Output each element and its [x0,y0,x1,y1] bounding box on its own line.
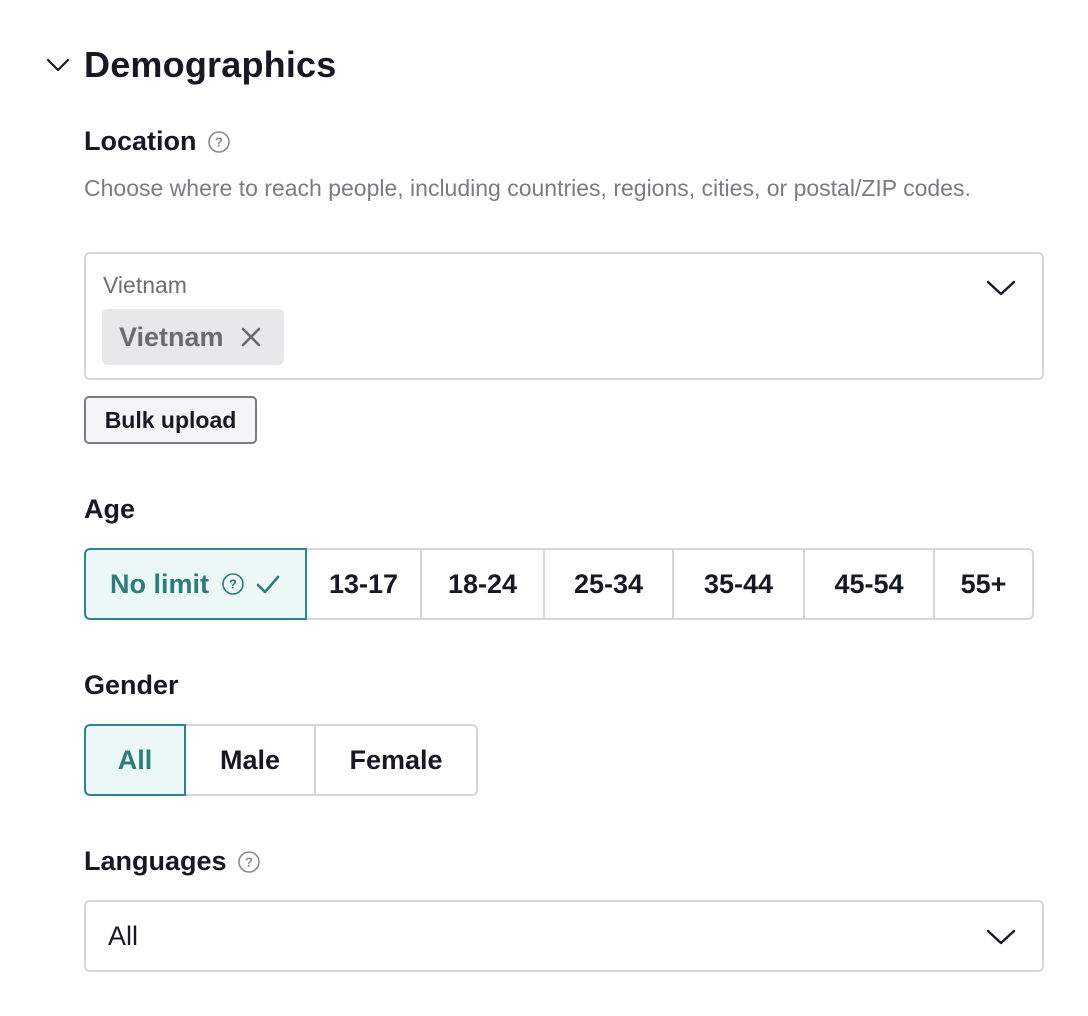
gender-option-label: Female [349,744,443,775]
age-option-label: 35-44 [703,568,774,599]
age-option-label: 13-17 [328,568,399,599]
age-option-label: 45-54 [834,568,904,599]
age-option-45-54[interactable]: 45-54 [805,548,935,620]
tag-label: Vietnam [119,321,224,352]
gender-selector: All Male Female [84,724,478,796]
gender-option-label: Male [219,744,281,775]
gender-option-female[interactable]: Female [316,724,478,796]
bulk-upload-button[interactable]: Bulk upload [84,396,257,444]
location-label-row: Location ? [84,126,231,157]
languages-value: All [108,920,139,951]
close-icon[interactable] [240,326,262,348]
chevron-down-icon [44,51,72,79]
gender-label-row: Gender [84,670,179,701]
svg-text:?: ? [245,854,253,869]
age-option-18-24[interactable]: 18-24 [422,548,545,620]
age-option-no-limit[interactable]: No limit ? [84,548,307,620]
languages-label: Languages [84,846,227,876]
svg-text:?: ? [215,134,223,149]
help-icon[interactable]: ? [207,130,231,154]
demographics-section-toggle[interactable]: Demographics [44,44,336,86]
section-title: Demographics [84,44,337,85]
languages-select[interactable]: All [84,900,1044,972]
help-icon[interactable]: ? [221,572,245,596]
gender-option-all[interactable]: All [84,724,186,796]
age-option-label: 55+ [960,568,1007,599]
age-selector: No limit ? 13-17 18-24 25-34 35-44 45-54… [84,548,1034,620]
gender-label: Gender [84,670,179,700]
age-option-55-plus[interactable]: 55+ [935,548,1034,620]
age-label: Age [84,494,136,524]
languages-label-row: Languages ? [84,846,261,877]
age-label-row: Age [84,494,135,525]
svg-text:?: ? [229,577,237,592]
location-label: Location [84,126,197,156]
location-tag: Vietnam [102,309,284,365]
age-option-13-17[interactable]: 13-17 [307,548,422,620]
chevron-down-icon[interactable] [984,276,1018,300]
chevron-down-icon[interactable] [984,925,1018,949]
age-option-25-34[interactable]: 25-34 [545,548,674,620]
demographics-panel: Demographics Location ? Choose where to … [0,0,1088,1016]
location-description: Choose where to reach people, including … [84,175,971,201]
age-option-label: No limit [110,568,209,599]
age-option-35-44[interactable]: 35-44 [674,548,805,620]
check-icon [255,573,281,595]
location-select[interactable]: Vietnam Vietnam [84,252,1044,380]
location-input-label: Vietnam [103,272,187,298]
help-icon[interactable]: ? [237,850,261,874]
age-option-label: 25-34 [573,568,644,599]
gender-option-label: All [117,744,153,775]
age-option-label: 18-24 [447,568,518,599]
gender-option-male[interactable]: Male [186,724,316,796]
